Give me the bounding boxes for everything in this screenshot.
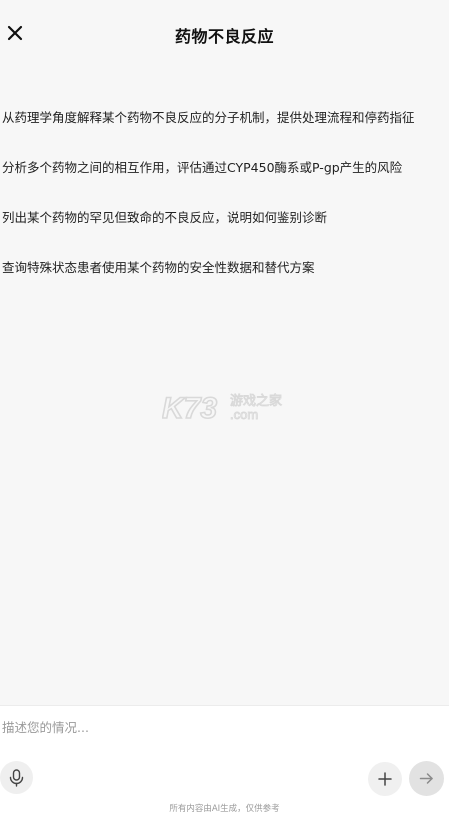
plus-icon <box>378 772 392 786</box>
header: 药物不良反应 <box>0 0 449 68</box>
page-title: 药物不良反应 <box>174 27 274 46</box>
watermark-logo-text: K73 <box>162 392 217 424</box>
watermark-logo: K73 游戏之家 .com <box>161 388 288 426</box>
voice-input-button[interactable] <box>0 761 33 794</box>
message-input[interactable] <box>2 716 442 738</box>
suggestion-list: 从药理学角度解释某个药物不良反应的分子机制，提供处理流程和停药指征 分析多个药物… <box>2 108 447 308</box>
watermark-domain-text: .com <box>230 407 258 422</box>
app-screen: 药物不良反应 从药理学角度解释某个药物不良反应的分子机制，提供处理流程和停药指征… <box>0 0 449 815</box>
watermark-logo-graphic: K73 游戏之家 .com <box>161 391 282 426</box>
suggestion-item[interactable]: 查询特殊状态患者使用某个药物的安全性数据和替代方案 <box>2 258 447 308</box>
arrow-right-icon <box>419 773 433 784</box>
suggestion-item[interactable]: 列出某个药物的罕见但致命的不良反应，说明如何鉴别诊断 <box>2 208 447 258</box>
composer: 所有内容由AI生成，仅供参考 <box>0 705 449 815</box>
suggestion-item[interactable]: 分析多个药物之间的相互作用，评估通过CYP450酶系或P-gp产生的风险 <box>2 158 447 208</box>
suggestion-item[interactable]: 从药理学角度解释某个药物不良反应的分子机制，提供处理流程和停药指征 <box>2 108 447 158</box>
microphone-icon <box>9 769 24 787</box>
ai-disclaimer: 所有内容由AI生成，仅供参考 <box>169 804 280 814</box>
send-button[interactable] <box>409 761 444 796</box>
add-attachment-button[interactable] <box>368 762 402 796</box>
